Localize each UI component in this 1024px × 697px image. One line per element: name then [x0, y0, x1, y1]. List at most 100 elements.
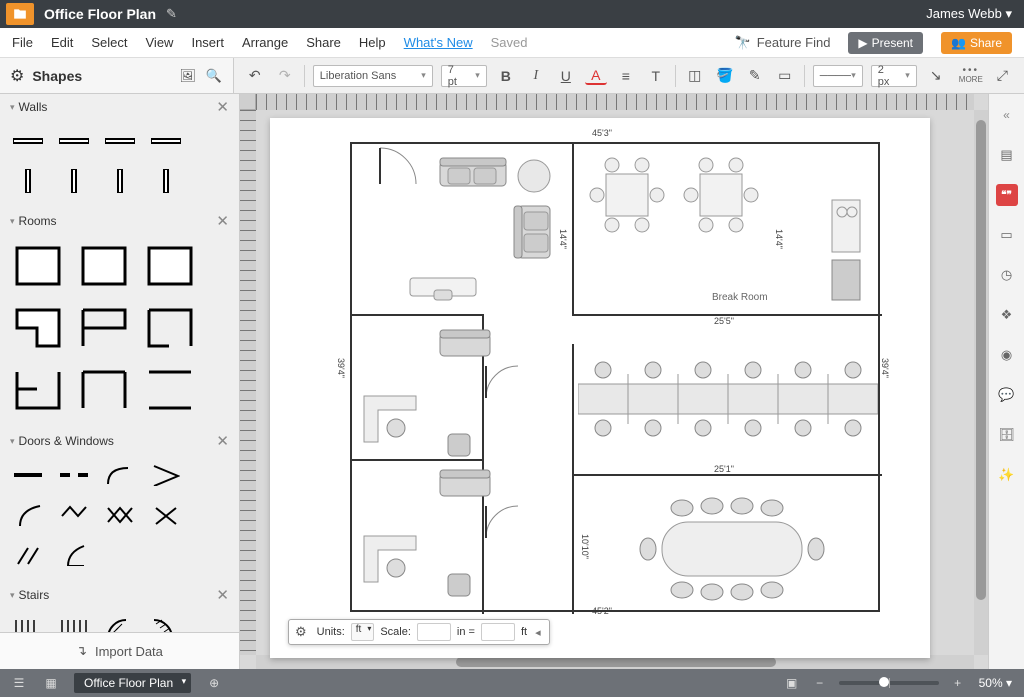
room-shape[interactable] [142, 302, 198, 354]
wall-shape[interactable] [56, 166, 92, 196]
desk-icon[interactable] [408, 272, 478, 302]
door-shape[interactable] [10, 540, 46, 570]
line-arrow-icon[interactable]: ↘ [925, 65, 947, 87]
more-tools[interactable]: •••MORE [959, 67, 983, 84]
menu-help[interactable]: Help [359, 35, 386, 50]
data-icon[interactable]: ◉ [996, 344, 1018, 366]
history-icon[interactable]: ◷ [996, 264, 1018, 286]
sofa-icon[interactable] [438, 154, 508, 194]
door-shape[interactable] [56, 500, 92, 530]
sofa-icon[interactable] [438, 328, 492, 360]
scrollbar-thumb[interactable] [456, 657, 776, 667]
room-shape[interactable] [10, 240, 66, 292]
list-view-icon[interactable]: ☰ [10, 674, 28, 692]
search-icon[interactable]: 🔍 [205, 67, 223, 85]
scale-input-right[interactable] [481, 623, 515, 641]
door-icon[interactable] [378, 146, 418, 186]
counter-icon[interactable] [830, 198, 862, 254]
shape-style-icon[interactable]: ◫ [684, 65, 706, 87]
wall-shape[interactable] [148, 126, 184, 156]
dining-table-icon[interactable] [682, 156, 760, 234]
wall-shape[interactable] [10, 166, 46, 196]
line-style-select[interactable]: ──── [813, 65, 863, 87]
shapes-section-rooms[interactable]: ▾ Rooms ✕ [0, 208, 239, 234]
add-page-icon[interactable]: ⊕ [205, 674, 223, 692]
scale-input-left[interactable] [417, 623, 451, 641]
menu-file[interactable]: File [12, 35, 33, 50]
close-icon[interactable]: ✕ [216, 586, 229, 604]
room-shape[interactable] [10, 364, 66, 416]
menu-select[interactable]: Select [91, 35, 127, 50]
shapes-section-stairs[interactable]: ▾ Stairs ✕ [0, 582, 239, 608]
door-shape[interactable] [102, 460, 138, 490]
stairs-shape[interactable] [56, 614, 92, 632]
scrollbar-thumb[interactable] [976, 120, 986, 600]
menu-arrange[interactable]: Arrange [242, 35, 288, 50]
canvas[interactable]: 45'3" 45'2" 39'4" 39'4" Break Room 25'5"… [240, 94, 988, 669]
stairs-shape[interactable] [102, 614, 138, 632]
text-color-icon[interactable]: A [585, 67, 607, 85]
bold-icon[interactable]: B [495, 65, 517, 87]
menu-whats-new[interactable]: What's New [404, 35, 473, 50]
chat-icon[interactable]: 💬 [996, 384, 1018, 406]
room-shape[interactable] [76, 302, 132, 354]
dining-table-icon[interactable] [588, 156, 666, 234]
image-icon[interactable]: 🖼 [179, 67, 197, 85]
wall-shape[interactable] [102, 126, 138, 156]
app-logo-icon[interactable] [6, 3, 34, 25]
office-desk-icon[interactable] [362, 534, 426, 584]
zoom-reset-icon[interactable]: ▣ [783, 674, 801, 692]
document-title[interactable]: Office Floor Plan [44, 6, 156, 22]
chair-icon[interactable] [446, 432, 472, 458]
door-icon[interactable] [484, 364, 520, 400]
zoom-in-icon[interactable]: + [949, 674, 967, 692]
wall-shape[interactable] [56, 126, 92, 156]
align-icon[interactable]: ≡ [615, 65, 637, 87]
shapes-settings-icon[interactable]: ⚙ [10, 66, 24, 86]
shapes-section-walls[interactable]: ▾ Walls ✕ [0, 94, 239, 120]
scrollbar-vertical[interactable] [974, 110, 988, 655]
menu-edit[interactable]: Edit [51, 35, 73, 50]
door-shape[interactable] [56, 540, 92, 570]
shapes-section-doors[interactable]: ▾ Doors & Windows ✕ [0, 428, 239, 454]
wall-shape[interactable] [148, 166, 184, 196]
ruler-vertical[interactable] [240, 110, 256, 655]
zoom-value[interactable]: 50% ▾ [977, 676, 1014, 690]
line-width-select[interactable]: 2 px [871, 65, 917, 87]
fullscreen-icon[interactable]: ⤢ [991, 67, 1014, 84]
font-size-select[interactable]: 7 pt [441, 65, 487, 87]
underline-icon[interactable]: U [555, 65, 577, 87]
sofa-icon[interactable] [512, 204, 556, 260]
menu-view[interactable]: View [146, 35, 174, 50]
units-toolbar[interactable]: ⚙ Units: ft Scale: in = ft ◂ [288, 619, 550, 645]
magic-icon[interactable]: ✨ [996, 464, 1018, 486]
chair-icon[interactable] [446, 572, 472, 598]
close-icon[interactable]: ✕ [216, 98, 229, 116]
zoom-knob[interactable] [879, 677, 889, 687]
menu-share[interactable]: Share [306, 35, 341, 50]
import-data-button[interactable]: ↴ Import Data [0, 632, 239, 669]
rename-icon[interactable]: ✎ [166, 6, 177, 22]
text-format-icon[interactable]: T [645, 65, 667, 87]
gear-icon[interactable]: ⚙ [295, 624, 307, 640]
line-color-icon[interactable]: ✎ [744, 65, 766, 87]
units-select[interactable]: ft [351, 623, 375, 641]
zoom-slider[interactable] [839, 681, 939, 685]
collapse-icon[interactable]: ◂ [533, 626, 543, 639]
collapse-rail-icon[interactable]: « [996, 104, 1018, 126]
room-shape[interactable] [76, 364, 132, 416]
present-button[interactable]: ▶ Present [848, 32, 923, 54]
layers-icon[interactable]: ❖ [996, 304, 1018, 326]
page[interactable]: 45'3" 45'2" 39'4" 39'4" Break Room 25'5"… [270, 118, 930, 658]
redo-icon[interactable]: ↷ [274, 65, 296, 87]
menu-insert[interactable]: Insert [191, 35, 224, 50]
door-shape[interactable] [10, 500, 46, 530]
room-shape[interactable] [142, 240, 198, 292]
close-icon[interactable]: ✕ [216, 212, 229, 230]
wall-shape[interactable] [102, 166, 138, 196]
workstation-row-icon[interactable] [578, 354, 878, 444]
presentation-icon[interactable]: ▭ [996, 224, 1018, 246]
stairs-shape[interactable] [10, 614, 46, 632]
round-table-icon[interactable] [516, 158, 552, 194]
undo-icon[interactable]: ↶ [244, 65, 266, 87]
